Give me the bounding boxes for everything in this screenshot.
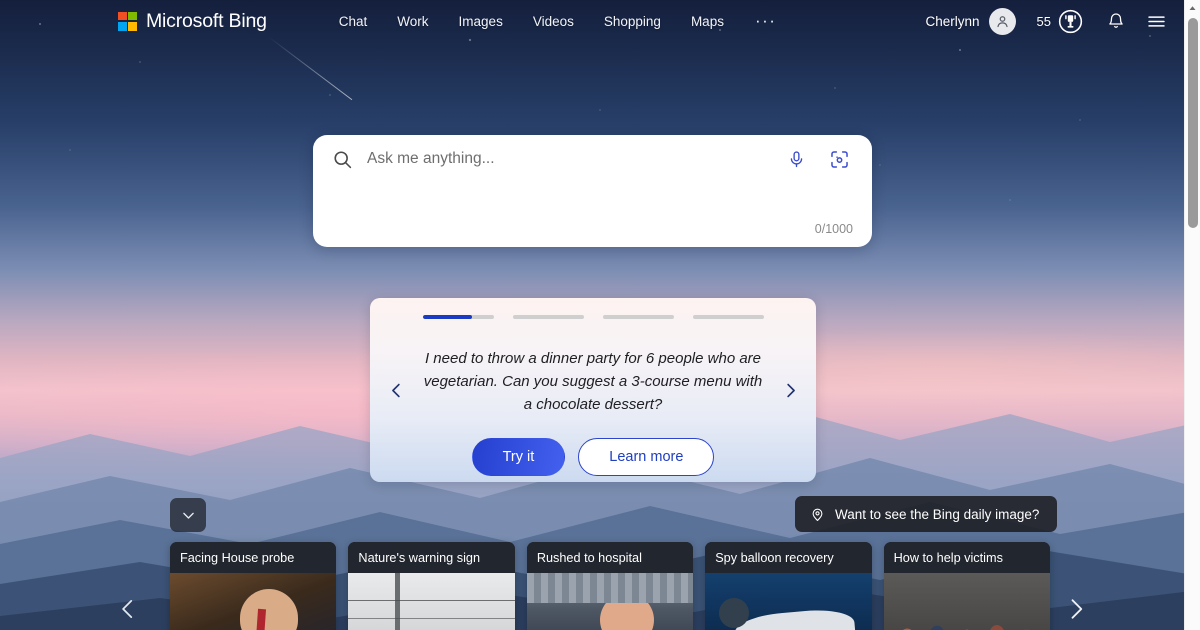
microsoft-logo-icon bbox=[118, 11, 137, 31]
daily-image-label: Want to see the Bing daily image? bbox=[835, 506, 1040, 522]
rewards-count: 55 bbox=[1036, 13, 1051, 29]
suggestion-prompt-text: I need to throw a dinner party for 6 peo… bbox=[423, 350, 763, 413]
avatar[interactable] bbox=[988, 7, 1016, 35]
nav-shopping[interactable]: Shopping bbox=[589, 9, 676, 34]
news-carousel: Facing House probe Nature's warning sign… bbox=[170, 542, 1051, 630]
news-card[interactable]: How to help victims bbox=[883, 542, 1051, 630]
notifications-button[interactable] bbox=[1100, 5, 1132, 37]
carousel-progress bbox=[422, 315, 764, 319]
scrollbar-thumb[interactable] bbox=[1188, 18, 1198, 228]
news-card[interactable]: Spy balloon recovery bbox=[705, 542, 872, 630]
progress-segment-1[interactable] bbox=[422, 315, 494, 319]
menu-button[interactable] bbox=[1140, 5, 1172, 37]
search-icon bbox=[334, 150, 352, 168]
news-card-image bbox=[348, 573, 515, 630]
chevron-left-icon bbox=[391, 383, 400, 397]
rewards-trophy-icon bbox=[1058, 9, 1083, 33]
progress-segment-4[interactable] bbox=[692, 315, 764, 319]
visual-search-button[interactable] bbox=[823, 143, 855, 175]
daily-image-prompt[interactable]: Want to see the Bing daily image? bbox=[795, 496, 1058, 532]
news-card-image bbox=[705, 573, 872, 630]
search-box[interactable]: 0/1000 bbox=[313, 135, 872, 247]
news-card[interactable]: Facing House probe bbox=[170, 542, 337, 630]
chevron-down-icon bbox=[182, 512, 194, 519]
nav-more-icon[interactable]: ··· bbox=[743, 12, 788, 29]
news-card-image bbox=[170, 573, 337, 630]
suggestion-actions: Try it Learn more bbox=[471, 438, 715, 476]
chevron-right-icon bbox=[786, 383, 795, 397]
news-next-button[interactable] bbox=[1059, 592, 1093, 626]
news-card-title: Rushed to hospital bbox=[526, 542, 694, 573]
brand-text: Microsoft Bing bbox=[146, 9, 267, 32]
microphone-icon bbox=[790, 150, 802, 167]
microphone-button[interactable] bbox=[780, 143, 812, 175]
char-counter: 0/1000 bbox=[814, 222, 853, 236]
search-input[interactable] bbox=[367, 150, 780, 168]
search-row bbox=[313, 135, 872, 183]
nav-videos[interactable]: Videos bbox=[518, 9, 589, 34]
progress-segment-3[interactable] bbox=[602, 315, 674, 319]
person-icon bbox=[996, 15, 1008, 27]
expand-feed-button[interactable] bbox=[170, 498, 206, 532]
news-card-title: Facing House probe bbox=[170, 542, 337, 573]
chevron-left-icon bbox=[122, 600, 133, 618]
nav-maps[interactable]: Maps bbox=[676, 9, 739, 34]
bell-icon bbox=[1109, 13, 1123, 28]
learn-more-button[interactable]: Learn more bbox=[578, 438, 715, 476]
site-header: Microsoft Bing Chat Work Images Videos S… bbox=[0, 0, 1184, 42]
carousel-next-button[interactable] bbox=[777, 377, 803, 403]
hamburger-menu-icon bbox=[1147, 15, 1165, 27]
news-prev-button[interactable] bbox=[111, 592, 145, 626]
news-card-title: Spy balloon recovery bbox=[705, 542, 872, 573]
location-pin-icon bbox=[812, 508, 823, 521]
news-card-title: Nature's warning sign bbox=[348, 542, 515, 573]
user-name[interactable]: Cherlynn bbox=[926, 14, 980, 29]
news-card[interactable]: Rushed to hospital bbox=[526, 542, 694, 630]
nav-chat[interactable]: Chat bbox=[324, 9, 383, 34]
nav-work[interactable]: Work bbox=[382, 9, 443, 34]
page-scrollbar[interactable] bbox=[1184, 0, 1200, 630]
bing-logo[interactable]: Microsoft Bing bbox=[118, 10, 267, 33]
nav-images[interactable]: Images bbox=[444, 9, 518, 34]
visual-search-icon bbox=[830, 150, 848, 168]
suggestion-carousel-card: I need to throw a dinner party for 6 peo… bbox=[370, 298, 816, 482]
news-card[interactable]: Nature's warning sign bbox=[348, 542, 515, 630]
try-it-button[interactable]: Try it bbox=[471, 438, 566, 476]
carousel-prev-button[interactable] bbox=[383, 377, 409, 403]
search-actions bbox=[780, 143, 855, 175]
scroll-up-button[interactable] bbox=[1185, 0, 1200, 16]
news-card-image bbox=[526, 573, 694, 630]
primary-nav: Chat Work Images Videos Shopping Maps ··… bbox=[324, 9, 789, 34]
news-card-title: How to help victims bbox=[883, 542, 1051, 573]
chevron-right-icon bbox=[1071, 599, 1083, 619]
header-right: Cherlynn 55 bbox=[926, 5, 1185, 37]
rewards-button[interactable]: 55 bbox=[1037, 9, 1083, 34]
scroll-up-arrow-icon bbox=[1189, 5, 1196, 10]
news-card-image bbox=[883, 573, 1051, 630]
progress-segment-2[interactable] bbox=[512, 315, 584, 319]
bing-homepage: Microsoft Bing Chat Work Images Videos S… bbox=[0, 0, 1200, 630]
